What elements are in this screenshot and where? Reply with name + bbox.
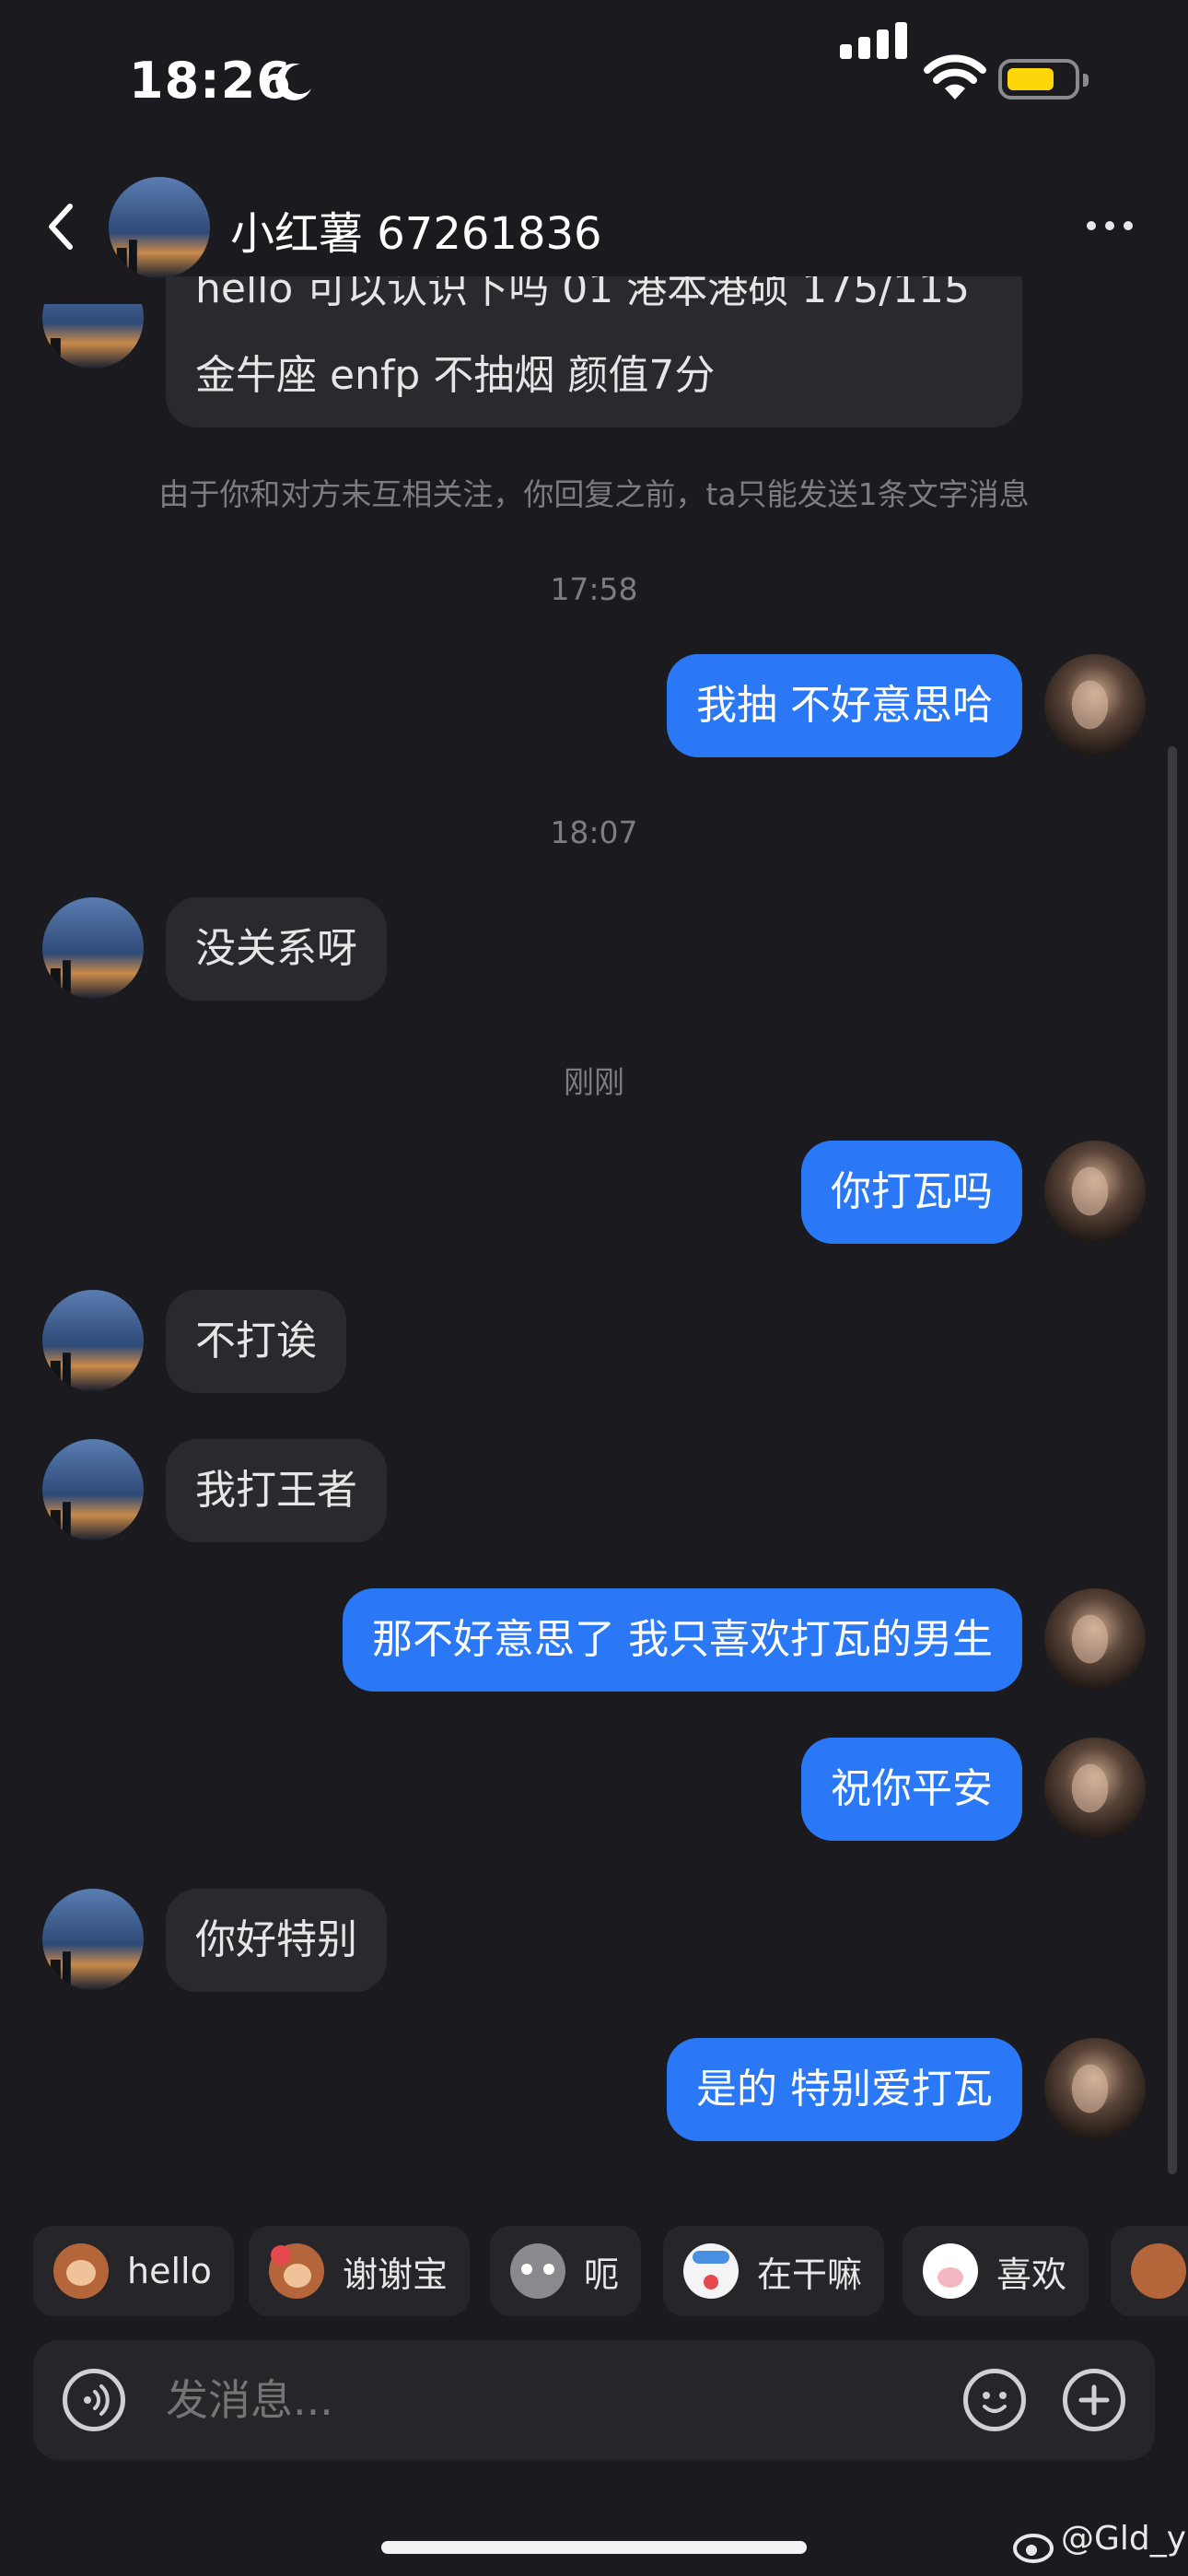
message-bubble-outgoing[interactable]: 祝你平安 <box>801 1738 1022 1841</box>
battery-icon <box>998 59 1089 100</box>
monkey-flower-emoji-icon <box>269 2243 324 2299</box>
my-avatar[interactable] <box>1044 1588 1146 1690</box>
follow-notice: 由于你和对方未互相关注，你回复之前，ta只能发送1条文字消息 <box>158 476 1030 512</box>
chat-title[interactable]: 小红薯 67261836 <box>230 197 602 262</box>
monkey-emoji-icon <box>1131 2243 1186 2299</box>
sheep-emoji-icon <box>923 2243 978 2299</box>
quick-reply-whatsup[interactable]: 在干嘛 <box>663 2226 885 2316</box>
quick-reply-label: 谢谢宝 <box>343 2254 448 2295</box>
clown-emoji-icon <box>683 2243 739 2299</box>
quick-reply-more[interactable] <box>1111 2226 1188 2316</box>
quick-reply-label: 在干嘛 <box>757 2254 863 2295</box>
cat-emoji-icon <box>510 2243 565 2299</box>
quick-reply-uh[interactable]: 呃 <box>490 2226 642 2316</box>
avatar[interactable] <box>42 1290 144 1391</box>
timestamp: 18:07 <box>550 814 638 850</box>
message-bubble-incoming[interactable]: hello 可以认识下吗 01 港本港硕 175/115 金牛座 enfp 不抽… <box>166 276 1022 427</box>
message-bubble-outgoing[interactable]: 我抽 不好意思哈 <box>667 654 1022 757</box>
my-avatar[interactable] <box>1044 654 1146 755</box>
quick-reply-thanks[interactable]: 谢谢宝 <box>249 2226 471 2316</box>
message-text: 金牛座 enfp 不抽烟 颜值7分 <box>195 352 716 399</box>
weibo-icon <box>1013 2534 1054 2563</box>
back-icon[interactable] <box>42 199 79 254</box>
message-bubble-outgoing[interactable]: 那不好意思了 我只喜欢打瓦的男生 <box>343 1588 1022 1692</box>
more-icon[interactable] <box>1087 221 1133 232</box>
quick-reply-label: 呃 <box>584 2254 620 2295</box>
monkey-emoji-icon <box>53 2243 109 2299</box>
emoji-icon[interactable] <box>963 2369 1026 2431</box>
contact-avatar[interactable] <box>109 177 210 278</box>
quick-reply-label: 喜欢 <box>996 2254 1067 2295</box>
voice-icon[interactable] <box>63 2369 125 2431</box>
home-indicator[interactable] <box>381 2541 807 2554</box>
timestamp: 17:58 <box>550 571 638 607</box>
my-avatar[interactable] <box>1044 1738 1146 1839</box>
message-input[interactable] <box>166 2375 903 2425</box>
message-text: hello 可以认识下吗 01 港本港硕 175/115 <box>195 276 971 312</box>
quick-reply-hello[interactable]: hello <box>33 2226 234 2316</box>
moon-icon <box>275 63 311 100</box>
message-bubble-outgoing[interactable]: 是的 特别爱打瓦 <box>667 2038 1022 2141</box>
message-bubble-incoming[interactable]: 你好特别 <box>166 1889 387 1992</box>
message-bubble-incoming[interactable]: 没关系呀 <box>166 897 387 1001</box>
quick-reply-like[interactable]: 喜欢 <box>903 2226 1089 2316</box>
plus-icon[interactable] <box>1063 2369 1125 2431</box>
message-bubble-outgoing[interactable]: 你打瓦吗 <box>801 1141 1022 1244</box>
wifi-icon <box>924 54 986 100</box>
avatar[interactable] <box>42 1889 144 1990</box>
my-avatar[interactable] <box>1044 2038 1146 2139</box>
avatar[interactable] <box>42 1439 144 1540</box>
quick-reply-label: hello <box>127 2251 212 2291</box>
avatar[interactable] <box>42 897 144 999</box>
avatar[interactable] <box>42 304 144 369</box>
status-time: 18:26 <box>129 52 292 110</box>
watermark: @Gld_y <box>1061 2520 1187 2558</box>
my-avatar[interactable] <box>1044 1141 1146 1242</box>
message-bubble-incoming[interactable]: 我打王者 <box>166 1439 387 1542</box>
scrollbar[interactable] <box>1168 746 1177 2174</box>
timestamp: 刚刚 <box>564 1064 624 1100</box>
message-bubble-incoming[interactable]: 不打诶 <box>166 1290 346 1393</box>
